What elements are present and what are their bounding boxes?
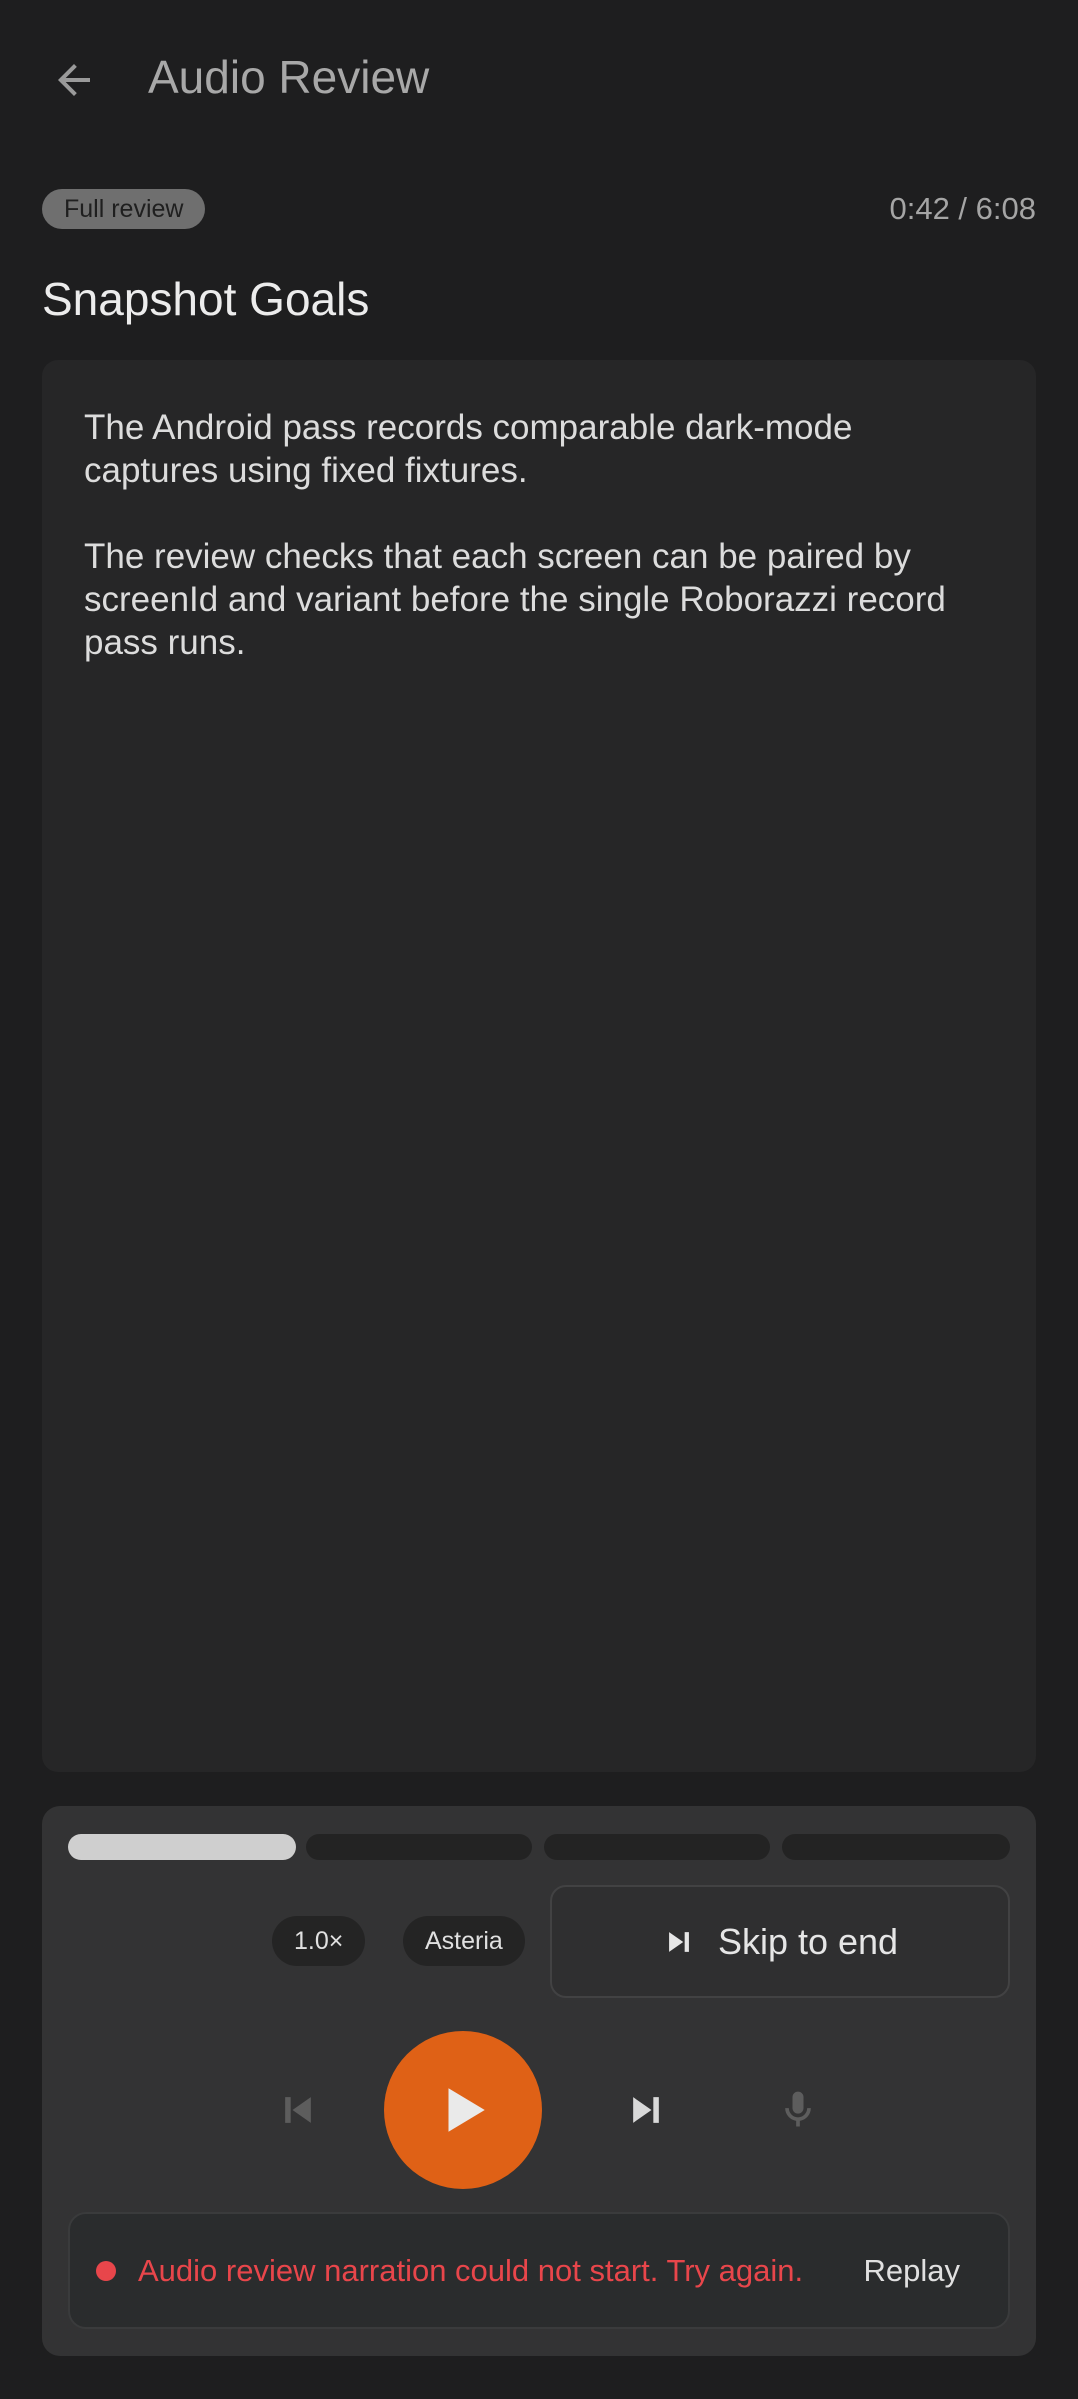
- voice-chip[interactable]: Asteria: [403, 1916, 525, 1966]
- audio-player-panel: 1.0× Asteria Skip to end Audio review na…: [42, 1806, 1036, 2356]
- skip-to-end-button[interactable]: Skip to end: [550, 1885, 1010, 1998]
- skip-previous-icon: [285, 2097, 311, 2123]
- skip-next-icon: [669, 1931, 689, 1952]
- skip-to-end-label: Skip to end: [717, 1920, 899, 1962]
- progress-segment[interactable]: [782, 1834, 1010, 1860]
- error-banner: Audio review narration could not start. …: [68, 2212, 1010, 2329]
- playback-speed-chip[interactable]: 1.0×: [272, 1916, 366, 1966]
- page-title: Audio Review: [148, 51, 430, 103]
- progress-segment[interactable]: [306, 1834, 532, 1860]
- next-segment-button[interactable]: [612, 2076, 680, 2144]
- back-button[interactable]: [38, 44, 110, 116]
- segment-progress: [68, 1834, 1010, 1860]
- progress-segment[interactable]: [544, 1834, 770, 1860]
- replay-button[interactable]: Replay: [850, 2243, 975, 2299]
- play-icon: [448, 2088, 485, 2132]
- review-mode-chip: Full review: [42, 189, 206, 229]
- skip-next-icon: [633, 2097, 659, 2123]
- transcript-card: The Android pass records comparable dark…: [42, 360, 1036, 1772]
- transcript-paragraph: The review checks that each screen can b…: [84, 537, 946, 662]
- error-status-dot: [96, 2260, 116, 2281]
- arrow-back-icon: [58, 64, 90, 96]
- microphone-button[interactable]: [764, 2074, 832, 2146]
- audio-review-screen: Audio Review Full review 0:42 / 6:08 Sna…: [0, 0, 1078, 2399]
- error-message: Audio review narration could not start. …: [138, 2252, 804, 2288]
- microphone-icon: [785, 2091, 811, 2127]
- progress-segment[interactable]: [68, 1834, 296, 1860]
- section-title: Snapshot Goals: [42, 273, 370, 325]
- playback-timecode: 0:42 / 6:08: [889, 191, 1036, 226]
- previous-segment-button[interactable]: [264, 2076, 332, 2144]
- transcript-paragraph: The Android pass records comparable dark…: [84, 408, 853, 490]
- top-app-bar: Audio Review: [0, 0, 1078, 165]
- play-button[interactable]: [384, 2031, 542, 2189]
